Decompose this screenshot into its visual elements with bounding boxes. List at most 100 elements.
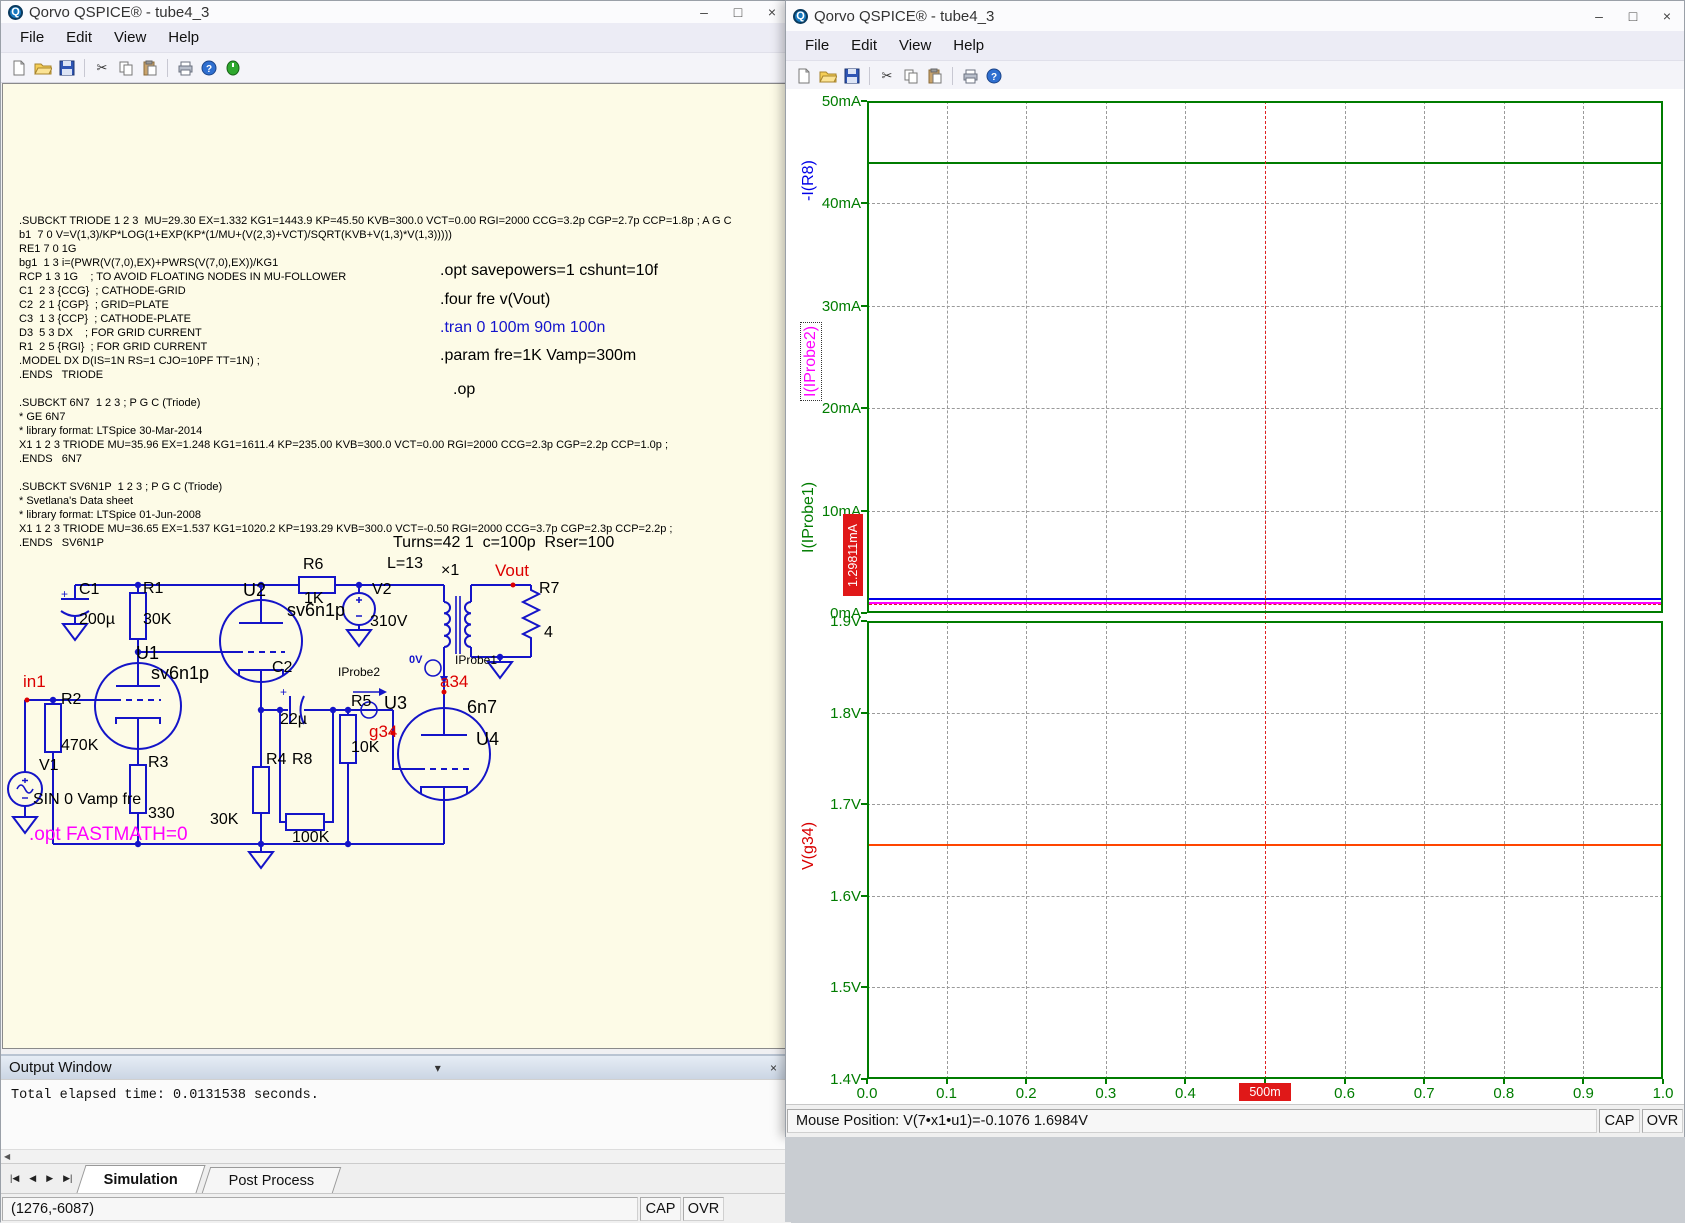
paste-icon[interactable] bbox=[139, 58, 161, 78]
new-file-icon[interactable] bbox=[8, 58, 30, 78]
component-label-r2[interactable]: R2 bbox=[61, 691, 81, 709]
menu-view[interactable]: View bbox=[888, 34, 942, 57]
component-label-sv6n1p[interactable]: sv6n1p bbox=[151, 663, 209, 684]
save-icon[interactable] bbox=[841, 66, 863, 86]
component-label-22-[interactable]: 22µ bbox=[280, 711, 307, 729]
right-titlebar[interactable]: Q Qorvo QSPICE® - tube4_3 –□× bbox=[786, 1, 1684, 31]
paste-icon[interactable] bbox=[924, 66, 946, 86]
trace-axis-label--i-r8-[interactable]: -I(R8) bbox=[800, 160, 818, 201]
component-label-r5[interactable]: R5 bbox=[351, 693, 371, 711]
component-label-c2[interactable]: C2 bbox=[272, 659, 292, 677]
open-folder-icon[interactable] bbox=[32, 58, 54, 78]
trace-axis-label-v-g34-[interactable]: V(g34) bbox=[800, 822, 818, 870]
component-label-r8[interactable]: R8 bbox=[292, 751, 312, 769]
netlist-line[interactable]: D3 5 3 DX ; FOR GRID CURRENT bbox=[19, 326, 732, 340]
component-label-iprobe2[interactable]: IProbe2 bbox=[338, 665, 380, 679]
component-label--[interactable]: + bbox=[61, 587, 68, 601]
netlist-line[interactable]: X1 1 2 3 TRIODE MU=36.65 EX=1.537 KG1=10… bbox=[19, 522, 732, 536]
menu-edit[interactable]: Edit bbox=[55, 26, 103, 49]
close-button[interactable]: × bbox=[755, 4, 789, 20]
component-label--[interactable]: + bbox=[280, 685, 287, 699]
netlist-line[interactable]: RE1 7 0 1G bbox=[19, 242, 732, 256]
cut-icon[interactable]: ✂ bbox=[876, 66, 898, 86]
component-label-r3[interactable]: R3 bbox=[148, 754, 168, 772]
component-label-r7[interactable]: R7 bbox=[539, 580, 559, 598]
maximize-button[interactable]: □ bbox=[1616, 8, 1650, 24]
component-label-u1[interactable]: U1 bbox=[136, 643, 159, 664]
plot-panel-top[interactable] bbox=[867, 101, 1663, 613]
cursor-x-readout[interactable]: 500m bbox=[1239, 1083, 1291, 1101]
component-label-v2[interactable]: V2 bbox=[372, 581, 392, 599]
netlist-line[interactable]: * Svetlana's Data sheet bbox=[19, 494, 732, 508]
spice-directive[interactable]: .param fre=1K Vamp=300m bbox=[440, 347, 636, 365]
cursor-y-readout[interactable]: 1.29811mA bbox=[843, 514, 863, 596]
component-label-iprobe1[interactable]: IProbe1 bbox=[455, 653, 497, 667]
netlist-line[interactable]: b1 7 0 V=V(1,3)/KP*LOG(1+EXP(KP*(1/MU+(V… bbox=[19, 228, 732, 242]
left-titlebar[interactable]: Q Qorvo QSPICE® - tube4_3 –□× bbox=[1, 1, 789, 23]
netlist-line[interactable]: C3 1 3 {CCP} ; CATHODE-PLATE bbox=[19, 312, 732, 326]
help-icon[interactable]: ? bbox=[983, 66, 1005, 86]
horizontal-scrollbar[interactable]: ◀ bbox=[1, 1149, 791, 1163]
output-window-header[interactable]: Output Window ▾ × bbox=[1, 1054, 791, 1079]
netlist-line[interactable]: X1 1 2 3 TRIODE MU=35.96 EX=1.248 KG1=16… bbox=[19, 438, 732, 452]
netlist-line[interactable] bbox=[19, 466, 732, 480]
component-label-30k[interactable]: 30K bbox=[210, 811, 238, 829]
netlist-line[interactable]: .ENDS TRIODE bbox=[19, 368, 732, 382]
netlist-line[interactable]: .SUBCKT TRIODE 1 2 3 MU=29.30 EX=1.332 K… bbox=[19, 214, 732, 228]
netlist-line[interactable]: .ENDS 6N7 bbox=[19, 452, 732, 466]
menu-view[interactable]: View bbox=[103, 26, 157, 49]
spice-directive[interactable]: .op bbox=[453, 381, 475, 399]
new-file-icon[interactable] bbox=[793, 66, 815, 86]
tab-post-process[interactable]: Post Process bbox=[201, 1167, 341, 1193]
netlist-line[interactable] bbox=[19, 382, 732, 396]
minimize-button[interactable]: – bbox=[687, 4, 721, 20]
output-close-icon[interactable]: × bbox=[764, 1061, 783, 1075]
spice-directive[interactable]: .tran 0 100m 90m 100n bbox=[440, 319, 605, 337]
print-icon[interactable] bbox=[959, 66, 981, 86]
spice-directive[interactable]: .four fre v(Vout) bbox=[440, 291, 550, 309]
netlist-line[interactable]: * library format: LTSpice 30-Mar-2014 bbox=[19, 424, 732, 438]
netlist-line[interactable]: C2 2 1 {CGP} ; GRID=PLATE bbox=[19, 298, 732, 312]
plot-panel-bottom[interactable] bbox=[867, 621, 1663, 1079]
schematic-canvas[interactable]: .SUBCKT TRIODE 1 2 3 MU=29.30 EX=1.332 K… bbox=[2, 83, 790, 1049]
net-label-vout[interactable]: Vout bbox=[495, 561, 529, 581]
tab-nav-arrow[interactable]: ▶| bbox=[58, 1173, 77, 1184]
component-label--opt-fastmath-0[interactable]: .opt FASTMATH=0 bbox=[29, 824, 188, 846]
component-label-sin-0-vamp-fre[interactable]: SIN 0 Vamp fre bbox=[33, 791, 141, 809]
scroll-left-icon[interactable]: ◀ bbox=[4, 1152, 10, 1161]
trace-axis-label-i-iprobe2-[interactable]: I(IProbe2) bbox=[800, 322, 822, 401]
menu-help[interactable]: Help bbox=[157, 26, 210, 49]
output-collapse-icon[interactable]: ▾ bbox=[429, 1061, 447, 1075]
maximize-button[interactable]: □ bbox=[721, 4, 755, 20]
output-window-body[interactable]: Total elapsed time: 0.0131538 seconds. bbox=[1, 1079, 791, 1149]
component-label-r1[interactable]: R1 bbox=[143, 580, 163, 598]
copy-icon[interactable] bbox=[115, 58, 137, 78]
component-label-30k[interactable]: 30K bbox=[143, 611, 171, 629]
menu-help[interactable]: Help bbox=[942, 34, 995, 57]
component-label-200-[interactable]: 200µ bbox=[79, 611, 115, 629]
component-label-turns-42-1-c-100p-rser-100[interactable]: Turns=42 1 c=100p Rser=100 bbox=[393, 534, 614, 552]
component-label-4[interactable]: 4 bbox=[544, 624, 553, 642]
netlist-line[interactable]: * library format: LTSpice 01-Jun-2008 bbox=[19, 508, 732, 522]
component-label-c1[interactable]: C1 bbox=[79, 581, 99, 599]
menu-file[interactable]: File bbox=[9, 26, 55, 49]
component-label-u4[interactable]: U4 bbox=[476, 729, 499, 750]
component-label-v1[interactable]: V1 bbox=[39, 757, 59, 775]
cut-icon[interactable]: ✂ bbox=[91, 58, 113, 78]
tab-nav-arrow[interactable]: ▶ bbox=[41, 1173, 58, 1184]
tab-nav-arrow[interactable]: |◀ bbox=[5, 1173, 24, 1184]
component-label-6n7[interactable]: 6n7 bbox=[467, 697, 497, 718]
component-label-r6[interactable]: R6 bbox=[303, 556, 323, 574]
netlist-line[interactable]: * GE 6N7 bbox=[19, 410, 732, 424]
component-label-100k[interactable]: 100K bbox=[292, 829, 329, 847]
minimize-button[interactable]: – bbox=[1582, 8, 1616, 24]
component-label-u2[interactable]: U2 bbox=[243, 580, 266, 601]
help-icon[interactable]: ? bbox=[198, 58, 220, 78]
component-label-u3[interactable]: U3 bbox=[384, 693, 407, 714]
tab-simulation[interactable]: Simulation bbox=[77, 1165, 206, 1193]
net-label-in1[interactable]: in1 bbox=[23, 672, 46, 692]
component-label-470k[interactable]: 470K bbox=[61, 737, 98, 755]
spice-directive[interactable]: .opt savepowers=1 cshunt=10f bbox=[440, 262, 658, 280]
close-button[interactable]: × bbox=[1650, 8, 1684, 24]
menu-edit[interactable]: Edit bbox=[840, 34, 888, 57]
